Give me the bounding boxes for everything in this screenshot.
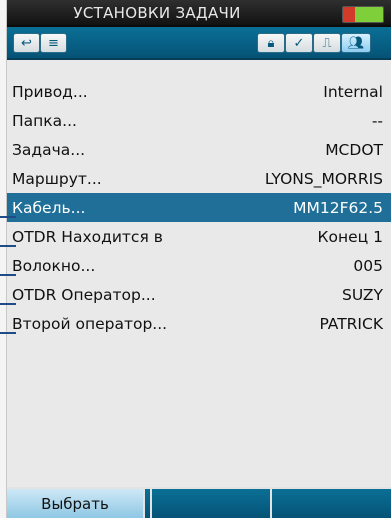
softkey-2[interactable] [152,489,272,518]
setting-value: Internal [323,82,383,101]
back-arrow-glyph: ↩ [21,35,32,51]
menu-icon[interactable]: ≡ [40,33,67,53]
setting-row-otdr-location[interactable]: OTDR Находится в Конец 1 [7,222,391,251]
check-icon[interactable]: ✓ [285,33,313,53]
callout-line [0,245,16,247]
users-icon[interactable]: 👥︎ [341,33,371,53]
setting-row-otdr-operator[interactable]: OTDR Оператор... SUZY [7,280,391,309]
menu-glyph: ≡ [48,35,59,51]
setting-value: -- [371,111,383,130]
setting-row-second-operator[interactable]: Второй оператор... PATRICK [7,309,391,338]
callout-line [0,274,16,276]
device-screen: УСТАНОВКИ ЗАДАЧИ ↩ ≡ 🔒︎ ✓ ⎍ 👥︎ Привод...… [6,0,391,518]
callout-line [0,216,16,218]
setting-value: MM12F62.5 [293,198,383,217]
users-glyph: 👥︎ [347,35,365,51]
softkey-divider [145,489,152,518]
setting-row-task[interactable]: Задача... MCDOT [7,135,391,164]
setting-label: OTDR Оператор... [12,285,156,304]
setting-value: SUZY [342,285,383,304]
callout-line [0,303,16,305]
setting-row-cable[interactable]: Кабель... MM12F62.5 [7,193,391,222]
lock-icon[interactable]: 🔒︎ [257,33,285,53]
select-softkey[interactable]: Выбрать [7,489,145,518]
settings-list: Привод... Internal Папка... -- Задача...… [7,77,391,338]
setting-label: Маршрут... [12,169,102,188]
lock-glyph: 🔒︎ [267,35,275,51]
setting-row-drive[interactable]: Привод... Internal [7,77,391,106]
setting-value: LYONS_MORRIS [264,169,383,188]
list-empty-area [7,390,391,486]
setting-value: PATRICK [319,314,383,333]
softkey-bar: Выбрать [7,487,391,518]
setting-value: 005 [353,256,383,275]
callout-line [0,332,16,334]
pulse-icon[interactable]: ⎍ [313,33,341,53]
setting-label: Кабель... [12,198,86,217]
setting-label: Волокно... [12,256,96,275]
setting-value: MCDOT [325,140,383,159]
page-title: УСТАНОВКИ ЗАДАЧИ [73,4,241,22]
title-bar: УСТАНОВКИ ЗАДАЧИ [7,0,391,27]
setting-label: Папка... [12,111,77,130]
softkey-label: Выбрать [41,494,109,513]
pulse-glyph: ⎍ [322,35,332,51]
setting-label: Второй оператор... [12,314,168,333]
battery-icon [342,6,384,23]
back-arrow-icon[interactable]: ↩ [13,33,40,53]
softkey-3[interactable] [272,489,391,518]
setting-value: Конец 1 [317,227,384,246]
setting-label: Привод... [12,82,88,101]
setting-label: Задача... [12,140,86,159]
setting-row-folder[interactable]: Папка... -- [7,106,391,135]
toolbar: ↩ ≡ 🔒︎ ✓ ⎍ 👥︎ [7,27,391,60]
check-glyph: ✓ [293,35,305,51]
setting-row-fiber[interactable]: Волокно... 005 [7,251,391,280]
setting-label: OTDR Находится в [12,227,163,246]
setting-row-route[interactable]: Маршрут... LYONS_MORRIS [7,164,391,193]
